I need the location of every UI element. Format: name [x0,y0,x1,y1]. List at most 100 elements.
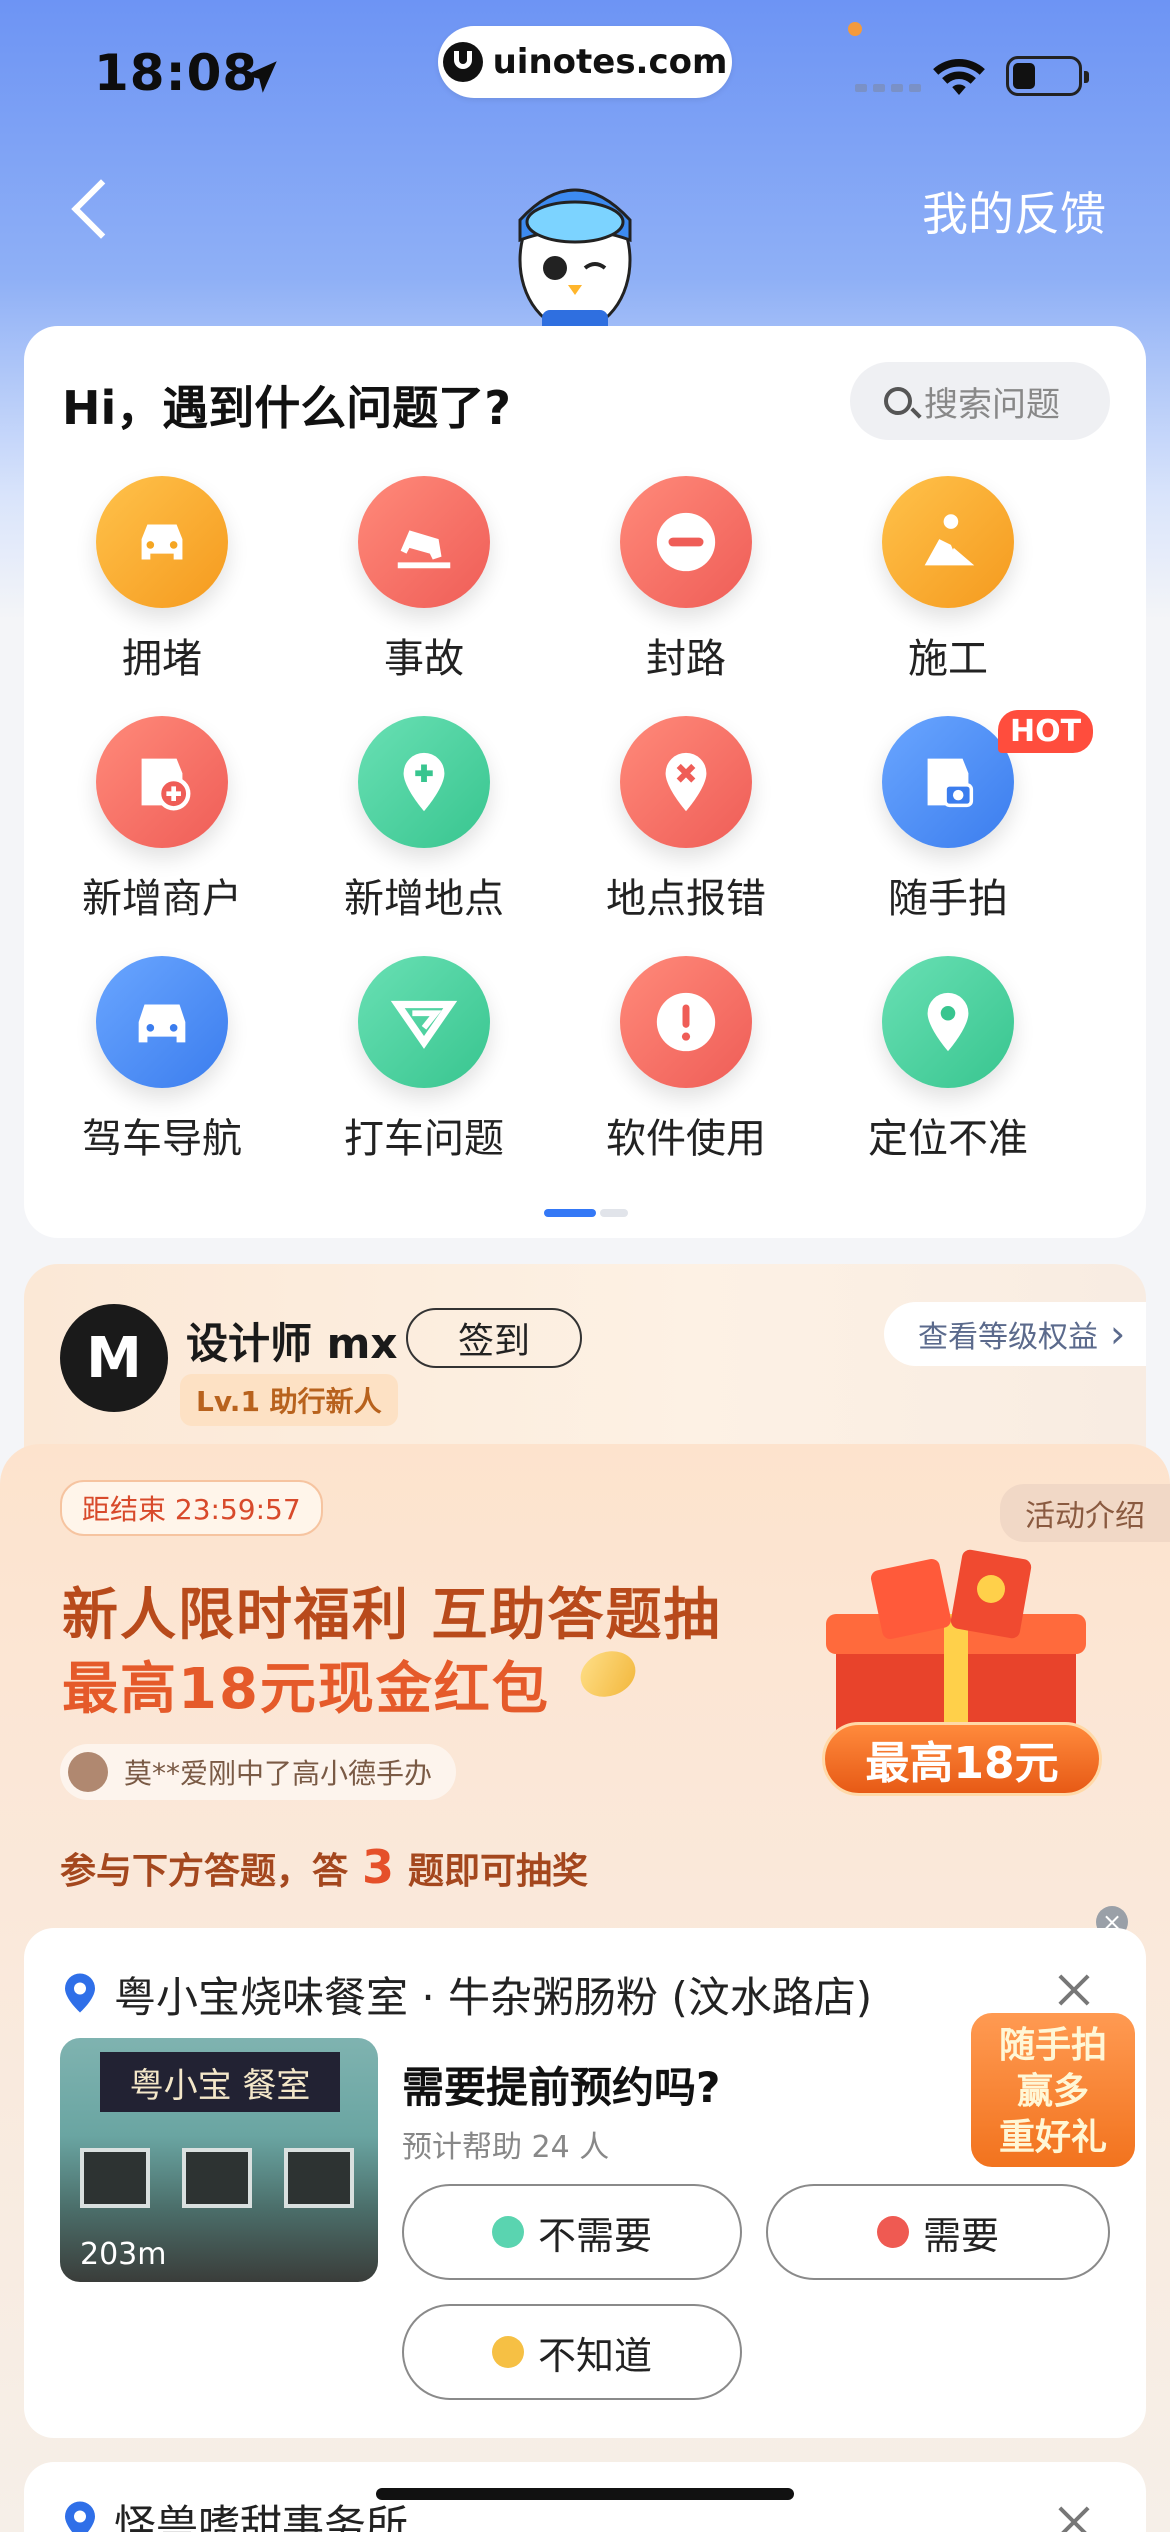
location-error-icon [620,716,752,848]
winner-ticker: 莫**爱刚中了高小德手办 [60,1744,457,1800]
user-name: 设计师 mx [186,1319,398,1368]
category-snapshot[interactable]: HOT 随手拍 [820,710,1094,956]
category-label: 施工 [908,636,988,682]
avatar[interactable]: M [60,1304,168,1412]
category-construction[interactable]: 施工 [820,476,1082,716]
category-taxi-issue[interactable]: 打车问题 [296,956,558,1196]
task-prefix: 参与下方答题，答 [60,1851,349,1892]
countdown-timer: 距结束 23:59:57 [60,1480,323,1536]
url-pill[interactable]: uinotes.com [438,26,732,98]
view-level-benefits-button[interactable]: 查看等级权益 › [884,1302,1146,1366]
shop-camera-icon [882,716,1014,848]
distance-label: 203m [80,2237,167,2272]
site-logo-icon [442,42,483,82]
category-driving-navigation[interactable]: 驾车导航 [34,956,296,1196]
car-icon [96,956,228,1088]
sign-in-button[interactable]: 签到 [406,1308,582,1368]
clock: 18:08 [94,44,259,102]
car-crash-icon [358,476,490,608]
back-button[interactable] [62,172,122,242]
car-front-icon [96,476,228,608]
answer-no-button[interactable]: 不需要 [402,2184,742,2280]
float-line3: 重好礼 [998,2117,1107,2158]
neutral-face-icon [491,2336,524,2368]
category-label: 定位不准 [868,1116,1028,1162]
winner-text: 莫**爱刚中了高小德手办 [124,1757,433,1790]
wifi-icon [933,59,985,95]
float-line2: 赢多 [1016,2071,1089,2112]
question-title: 需要提前预约吗? [402,2063,721,2112]
float-line1: 随手拍 [998,2025,1107,2066]
construction-worker-icon [882,476,1014,608]
url-text: uinotes.com [492,42,728,82]
category-add-location[interactable]: 新增地点 [296,716,558,956]
poi-name[interactable]: 怪兽嗜甜事务所 [114,2492,408,2532]
home-indicator[interactable] [376,2488,794,2500]
location-arrow-icon [245,61,277,93]
location-pin-icon [65,2501,95,2532]
no-entry-icon [620,476,752,608]
close-icon[interactable] [1054,1970,1094,2010]
category-app-usage[interactable]: 软件使用 [558,956,820,1196]
privacy-indicator-dot [848,22,862,36]
poi-photo[interactable]: 粤小宝 餐室 203m [60,2038,378,2282]
location-pin-icon [882,956,1014,1088]
promo-title-line2: 最高18元现金红包 [62,1657,550,1722]
max-reward-badge: 最高18元 [822,1722,1102,1796]
task-instruction: 参与下方答题，答 3 题即可抽奖 [60,1840,588,1894]
search-label: 搜索问题 [924,384,1060,425]
smile-icon [491,2216,524,2248]
category-accident[interactable]: 事故 [296,476,558,716]
shop-sign: 粤小宝 餐室 [100,2052,340,2112]
category-label: 驾车导航 [82,1116,242,1162]
promo-title-line1: 新人限时福利 互助答题抽 [62,1583,722,1648]
task-suffix: 题即可抽奖 [408,1851,589,1892]
winner-avatar [68,1752,108,1792]
page-indicator [544,1209,628,1217]
problem-category-card: Hi，遇到什么问题了? 搜索问题 拥堵 事故 封路 施工 新增商户 新增地点 地… [24,326,1146,1238]
answer-label: 不知道 [537,2333,652,2378]
category-location-error[interactable]: 地点报错 [558,716,820,956]
category-label: 事故 [384,636,464,682]
battery-icon [1006,56,1089,96]
category-label: 拥堵 [122,636,202,682]
my-feedback-link[interactable]: 我的反馈 [922,178,1106,244]
category-road-closed[interactable]: 封路 [558,476,820,716]
exclamation-icon [620,956,752,1088]
hot-badge: HOT [998,710,1094,753]
status-bar: 18:08 uinotes.com [0,0,1170,150]
category-label: 随手拍 [888,876,1008,922]
poi-name[interactable]: 粤小宝烧味餐室 · 牛杂粥肠粉 (汶水路店) [114,1964,872,2025]
snapshot-reward-floating-button[interactable]: 随手拍 赢多 重好礼 [968,2010,1138,2170]
category-label: 新增地点 [344,876,504,922]
question-subtitle: 预计帮助 24 人 [402,2130,610,2165]
category-label: 软件使用 [606,1116,766,1162]
mascot-illustration [518,188,632,340]
category-congestion[interactable]: 拥堵 [34,476,296,716]
chevron-right-icon: › [1110,1312,1126,1356]
task-count: 3 [362,1840,395,1894]
search-button[interactable]: 搜索问题 [850,362,1110,440]
question-card: 粤小宝烧味餐室 · 牛杂粥肠粉 (汶水路店) 粤小宝 餐室 203m 需要提前预… [24,1928,1146,2438]
activity-intro-button[interactable]: 活动介绍 [1000,1484,1170,1542]
add-location-icon [358,716,490,848]
category-inaccurate-location[interactable]: 定位不准 [820,956,1082,1196]
level-benefits-label: 查看等级权益 [918,1320,1098,1355]
greeting-title: Hi，遇到什么问题了? [62,381,511,435]
cellular-signal-icon [855,84,921,92]
category-label: 打车问题 [344,1116,504,1162]
answer-unknown-button[interactable]: 不知道 [402,2304,742,2400]
sad-face-icon [876,2216,909,2248]
category-label: 新增商户 [82,876,242,922]
category-add-shop[interactable]: 新增商户 [34,716,296,956]
answer-label: 需要 [922,2213,999,2258]
add-shop-icon [96,716,228,848]
location-pin-icon [65,1973,95,2013]
answer-label: 不需要 [537,2213,652,2258]
coin-icon [574,1643,642,1705]
category-label: 地点报错 [606,876,766,922]
close-icon[interactable] [1054,2502,1094,2532]
level-badge: Lv.1 助行新人 [180,1374,398,1426]
category-label: 封路 [646,636,726,682]
answer-yes-button[interactable]: 需要 [766,2184,1110,2280]
